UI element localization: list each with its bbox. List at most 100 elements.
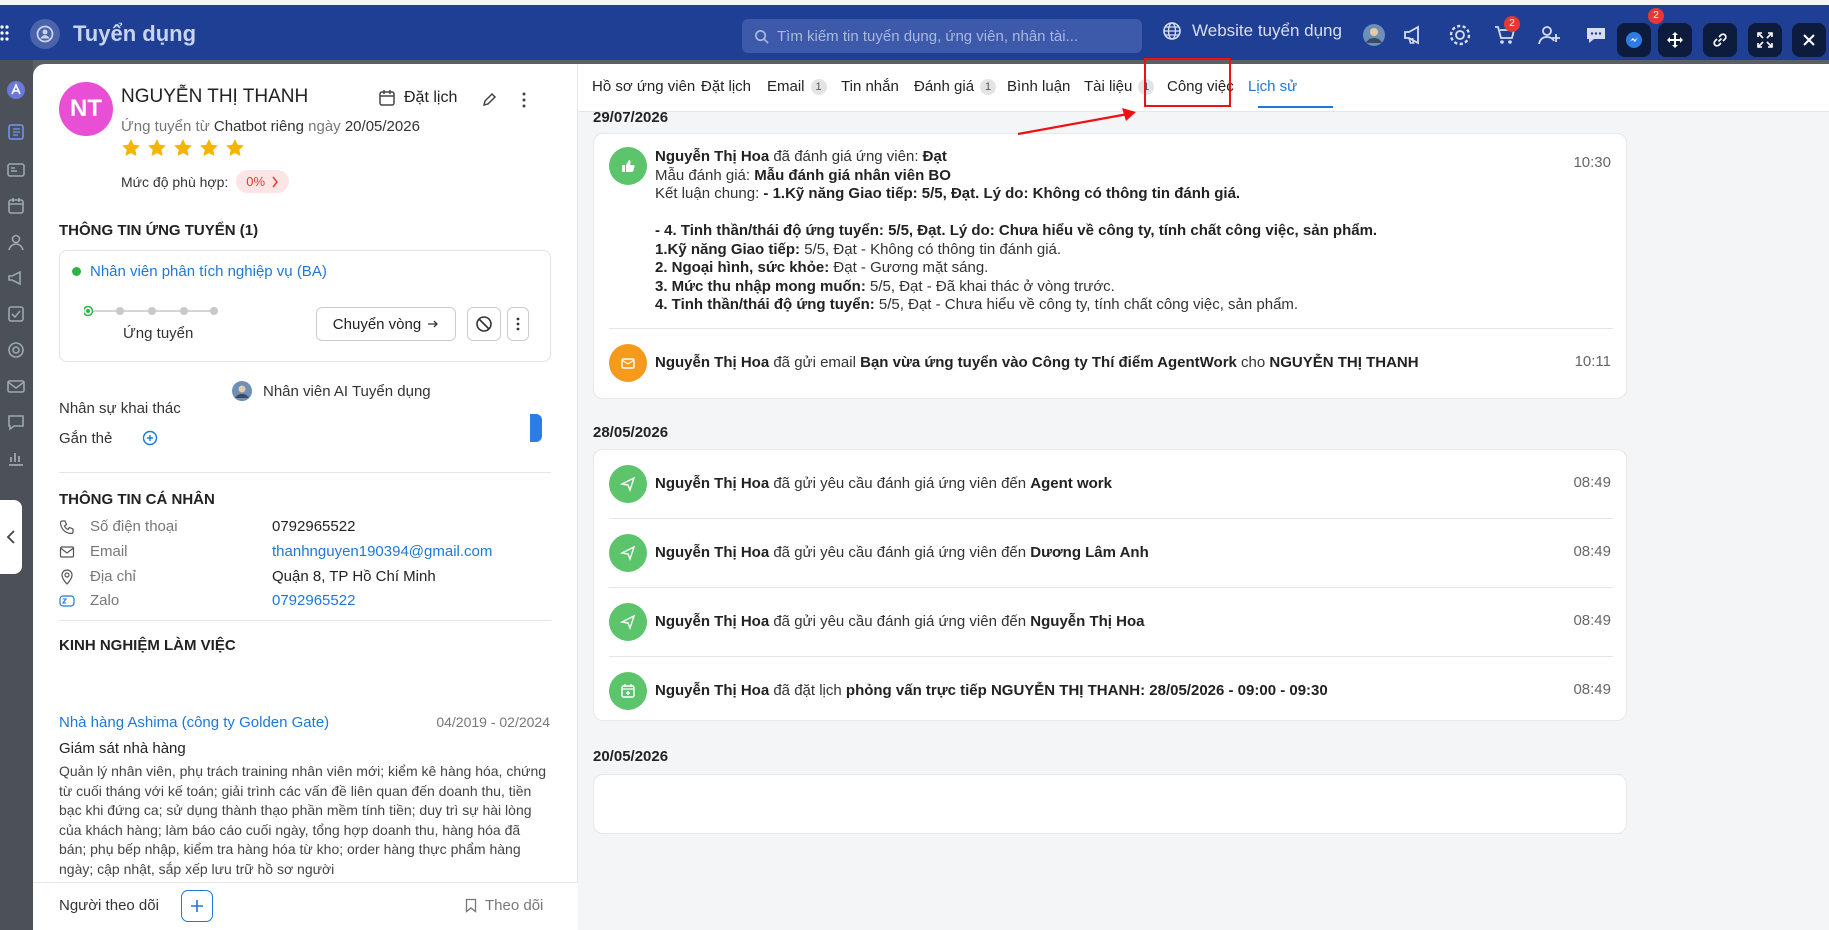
event-time: 10:11 bbox=[1574, 353, 1611, 370]
send-icon bbox=[609, 465, 647, 503]
nav-chat-icon[interactable] bbox=[6, 412, 26, 432]
event-text: Nguyễn Thị Hoa đã đặt lịch phỏng vấn trự… bbox=[655, 682, 1328, 701]
nav-candidates-icon[interactable] bbox=[6, 122, 26, 142]
history-item-eval-request[interactable]: Nguyễn Thị Hoa đã gửi yêu cầu đánh giá ứ… bbox=[594, 588, 1628, 656]
megaphone-icon[interactable] bbox=[1401, 22, 1427, 48]
add-follower-button[interactable] bbox=[181, 890, 213, 922]
conclusion-label: Kết luận chung: bbox=[655, 185, 760, 202]
email-recipient: NGUYỄN THỊ THANH bbox=[1269, 354, 1419, 371]
apps-grid-icon[interactable] bbox=[0, 23, 10, 43]
applied-source: Ứng tuyển từ Chatbot riêng ngày 20/05/20… bbox=[121, 118, 420, 135]
nav-card-icon[interactable] bbox=[6, 160, 26, 180]
star-icon[interactable] bbox=[121, 138, 141, 157]
search-input[interactable] bbox=[777, 27, 1117, 45]
application-more-button[interactable] bbox=[507, 307, 529, 341]
global-search[interactable] bbox=[742, 19, 1142, 53]
conclusion-part-2: - 4. Tinh thần/thái độ ứng tuyển: 5/5, Đ… bbox=[655, 222, 1378, 239]
nav-mail-icon[interactable] bbox=[6, 376, 26, 396]
arrow-right-icon bbox=[428, 320, 439, 328]
schedule-button[interactable]: Đặt lịch bbox=[378, 89, 457, 107]
move-button[interactable] bbox=[1658, 23, 1692, 57]
more-vertical-icon[interactable] bbox=[521, 91, 527, 109]
phone-icon bbox=[59, 520, 74, 535]
nav-target-icon[interactable] bbox=[6, 340, 26, 360]
tab-messages[interactable]: Tin nhắn bbox=[841, 78, 899, 95]
address-row: Địa chỉ Quận 8, TP Hồ Chí Minh bbox=[59, 566, 551, 590]
history-item-eval-request[interactable]: Nguyễn Thị Hoa đã gửi yêu cầu đánh giá ứ… bbox=[594, 450, 1628, 518]
tab-label: Hồ sơ ứng viên bbox=[592, 78, 696, 95]
event-time: 08:49 bbox=[1573, 543, 1611, 560]
experience-company-link[interactable]: Nhà hàng Ashima (công ty Golden Gate) bbox=[59, 714, 329, 731]
event-target: Nguyễn Thị Hoa bbox=[1030, 613, 1145, 630]
fit-score-pill[interactable]: 0% bbox=[236, 170, 290, 193]
tab-label: Bình luận bbox=[1007, 78, 1071, 95]
nav-logo-icon[interactable] bbox=[6, 80, 26, 100]
candidate-profile-column: NT NGUYỄN THỊ THANH Đặt lịch Ứng tuyển t… bbox=[33, 64, 578, 930]
history-item-evaluation[interactable]: Nguyễn Thị Hoa đã đánh giá ứng viên: Đạt… bbox=[594, 134, 1628, 329]
followers-label: Người theo dõi bbox=[59, 897, 159, 914]
move-stage-button[interactable]: Chuyển vòng bbox=[316, 307, 456, 341]
nav-calendar-icon[interactable] bbox=[6, 196, 26, 216]
website-label: Website tuyển dụng bbox=[1192, 21, 1342, 40]
history-date-header: 20/05/2026 bbox=[593, 748, 669, 765]
settings-gear-icon[interactable] bbox=[1447, 22, 1473, 48]
phone-value: 0792965522 bbox=[272, 518, 356, 535]
history-card: Nguyễn Thị Hoa đã gửi yêu cầu đánh giá ứ… bbox=[593, 449, 1627, 721]
nav-campaign-icon[interactable] bbox=[6, 268, 26, 288]
tab-email[interactable]: Email 1 bbox=[767, 78, 827, 95]
website-link[interactable]: Website tuyển dụng bbox=[1162, 21, 1342, 41]
messenger-button[interactable] bbox=[1617, 23, 1651, 57]
link-icon bbox=[1713, 33, 1727, 47]
close-panel-button[interactable] bbox=[1792, 23, 1826, 57]
nav-tasks-icon[interactable] bbox=[6, 304, 26, 324]
messenger-icon bbox=[1626, 32, 1642, 48]
criterion-name: 2. Ngoại hình, sức khỏe: bbox=[655, 259, 830, 276]
highlight-box bbox=[1144, 58, 1231, 107]
criterion-name: 1.Kỹ năng Giao tiếp: bbox=[655, 240, 801, 258]
email-value-link[interactable]: thanhnguyen190394@gmail.com bbox=[272, 543, 492, 560]
edit-pencil-icon[interactable] bbox=[481, 92, 497, 108]
history-item-email[interactable]: Nguyễn Thị Hoa đã gửi email Bạn vừa ứng … bbox=[594, 329, 1628, 399]
fullscreen-button[interactable] bbox=[1748, 23, 1782, 57]
divider bbox=[59, 620, 551, 621]
zalo-value-link[interactable]: 0792965522 bbox=[272, 592, 355, 609]
recruiter[interactable]: Nhân viên AI Tuyển dụng bbox=[231, 380, 431, 402]
close-icon bbox=[1803, 34, 1815, 46]
calendar-plus-icon bbox=[609, 672, 647, 710]
add-user-icon[interactable] bbox=[1536, 22, 1562, 48]
send-icon bbox=[609, 603, 647, 641]
conclusion-part-1: - 1.Kỹ năng Giao tiếp: 5/5, Đạt. Lý do: … bbox=[763, 185, 1241, 202]
reject-button[interactable] bbox=[467, 307, 501, 341]
panel-collapse-handle[interactable] bbox=[530, 414, 542, 442]
candidate-name: NGUYỄN THỊ THANH bbox=[121, 86, 309, 107]
tab-profile[interactable]: Hồ sơ ứng viên bbox=[592, 78, 695, 95]
history-item-eval-request[interactable]: Nguyễn Thị Hoa đã gửi yêu cầu đánh giá ứ… bbox=[594, 519, 1628, 587]
follow-button[interactable]: Theo dõi bbox=[465, 897, 543, 914]
copy-link-button[interactable] bbox=[1703, 23, 1737, 57]
tab-schedule[interactable]: Đặt lịch bbox=[701, 78, 751, 95]
app-logo[interactable] bbox=[30, 19, 60, 49]
star-icon[interactable] bbox=[147, 138, 167, 157]
criterion-name: 4. Tinh thần/thái độ ứng tuyển: bbox=[655, 296, 875, 313]
nav-report-icon[interactable] bbox=[6, 448, 26, 468]
add-tag-icon[interactable] bbox=[142, 430, 158, 446]
user-avatar-icon[interactable] bbox=[1361, 22, 1387, 48]
tab-evaluation[interactable]: Đánh giá 1 bbox=[914, 78, 997, 95]
star-icon[interactable] bbox=[173, 138, 193, 157]
nav-people-icon[interactable] bbox=[6, 232, 26, 252]
candidate-activity-column: Hồ sơ ứng viên Đặt lịch Email 1 Tin nhắn … bbox=[530, 64, 1829, 930]
rating-stars[interactable] bbox=[121, 138, 245, 157]
event-time: 08:49 bbox=[1573, 474, 1611, 491]
tab-comments[interactable]: Bình luận bbox=[1007, 78, 1070, 95]
tab-history[interactable]: Lịch sử bbox=[1248, 78, 1297, 95]
chat-bubble-icon[interactable] bbox=[1583, 22, 1609, 48]
job-title-link[interactable]: Nhân viên phân tích nghiệp vụ (BA) bbox=[72, 263, 327, 280]
bookmark-icon bbox=[465, 898, 477, 913]
collapse-sidebar-button[interactable] bbox=[0, 500, 22, 574]
actor-name: Nguyễn Thị Hoa bbox=[655, 682, 770, 699]
evaluation-text: Nguyễn Thị Hoa đã đánh giá ứng viên: Đạt… bbox=[655, 148, 1555, 315]
history-item-schedule[interactable]: Nguyễn Thị Hoa đã đặt lịch phỏng vấn trự… bbox=[594, 657, 1628, 721]
star-icon[interactable] bbox=[199, 138, 219, 157]
star-icon[interactable] bbox=[225, 138, 245, 157]
fit-score: Mức độ phù hợp: 0% bbox=[121, 170, 290, 193]
